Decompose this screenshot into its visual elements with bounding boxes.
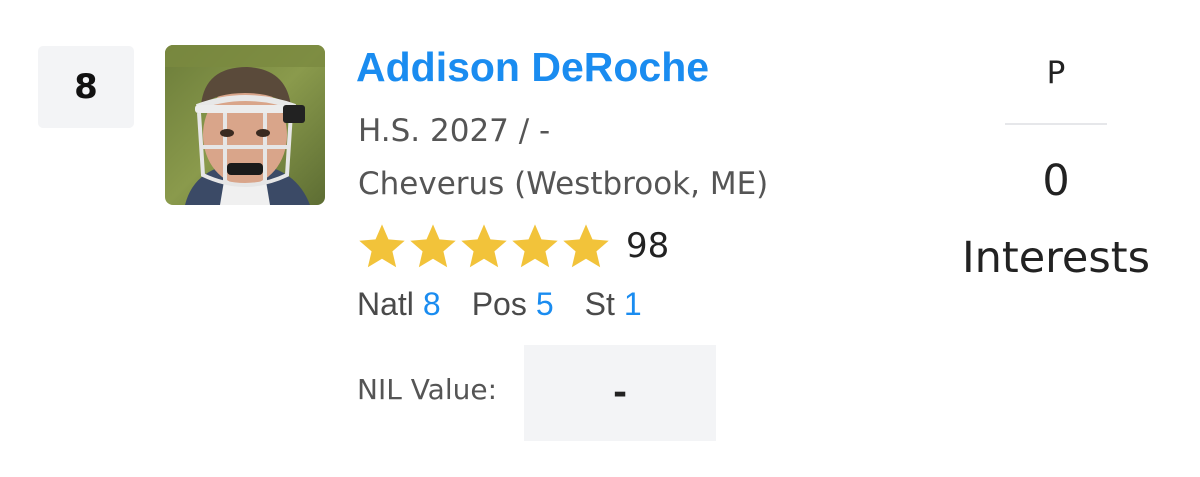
natl-rank-label: Natl [357,285,414,322]
star-rating [357,221,612,271]
interest-count: 0 [1042,156,1070,206]
nil-value-label: NIL Value: [357,373,498,406]
divider [1005,123,1107,125]
star-icon [512,224,558,268]
natl-rank-link[interactable]: 8 [423,286,441,323]
nil-value-box: - [524,345,716,441]
player-name-link[interactable]: Addison DeRoche [356,44,709,91]
player-avatar[interactable] [165,45,325,205]
position-code: P [1046,55,1066,91]
state-rank-link[interactable]: 1 [624,286,642,323]
interests-label: Interests [961,233,1151,283]
star-icon [461,224,507,268]
class-year: H.S. 2027 / - [358,113,551,149]
state-rank-label: St [584,285,615,322]
pos-rank-label: Pos [471,285,527,322]
player-photo [165,45,325,205]
star-icon [563,224,609,268]
star-icon [359,224,405,268]
school-location: Cheverus (Westbrook, ME) [358,166,769,202]
pos-rank-link[interactable]: 5 [536,286,554,323]
rank-badge: 8 [38,46,134,128]
rankings-row: Natl 8 Pos 5 St 1 [357,284,642,324]
rating-score: 98 [626,226,670,266]
rating-row: 98 [357,218,669,274]
star-icon [410,224,456,268]
